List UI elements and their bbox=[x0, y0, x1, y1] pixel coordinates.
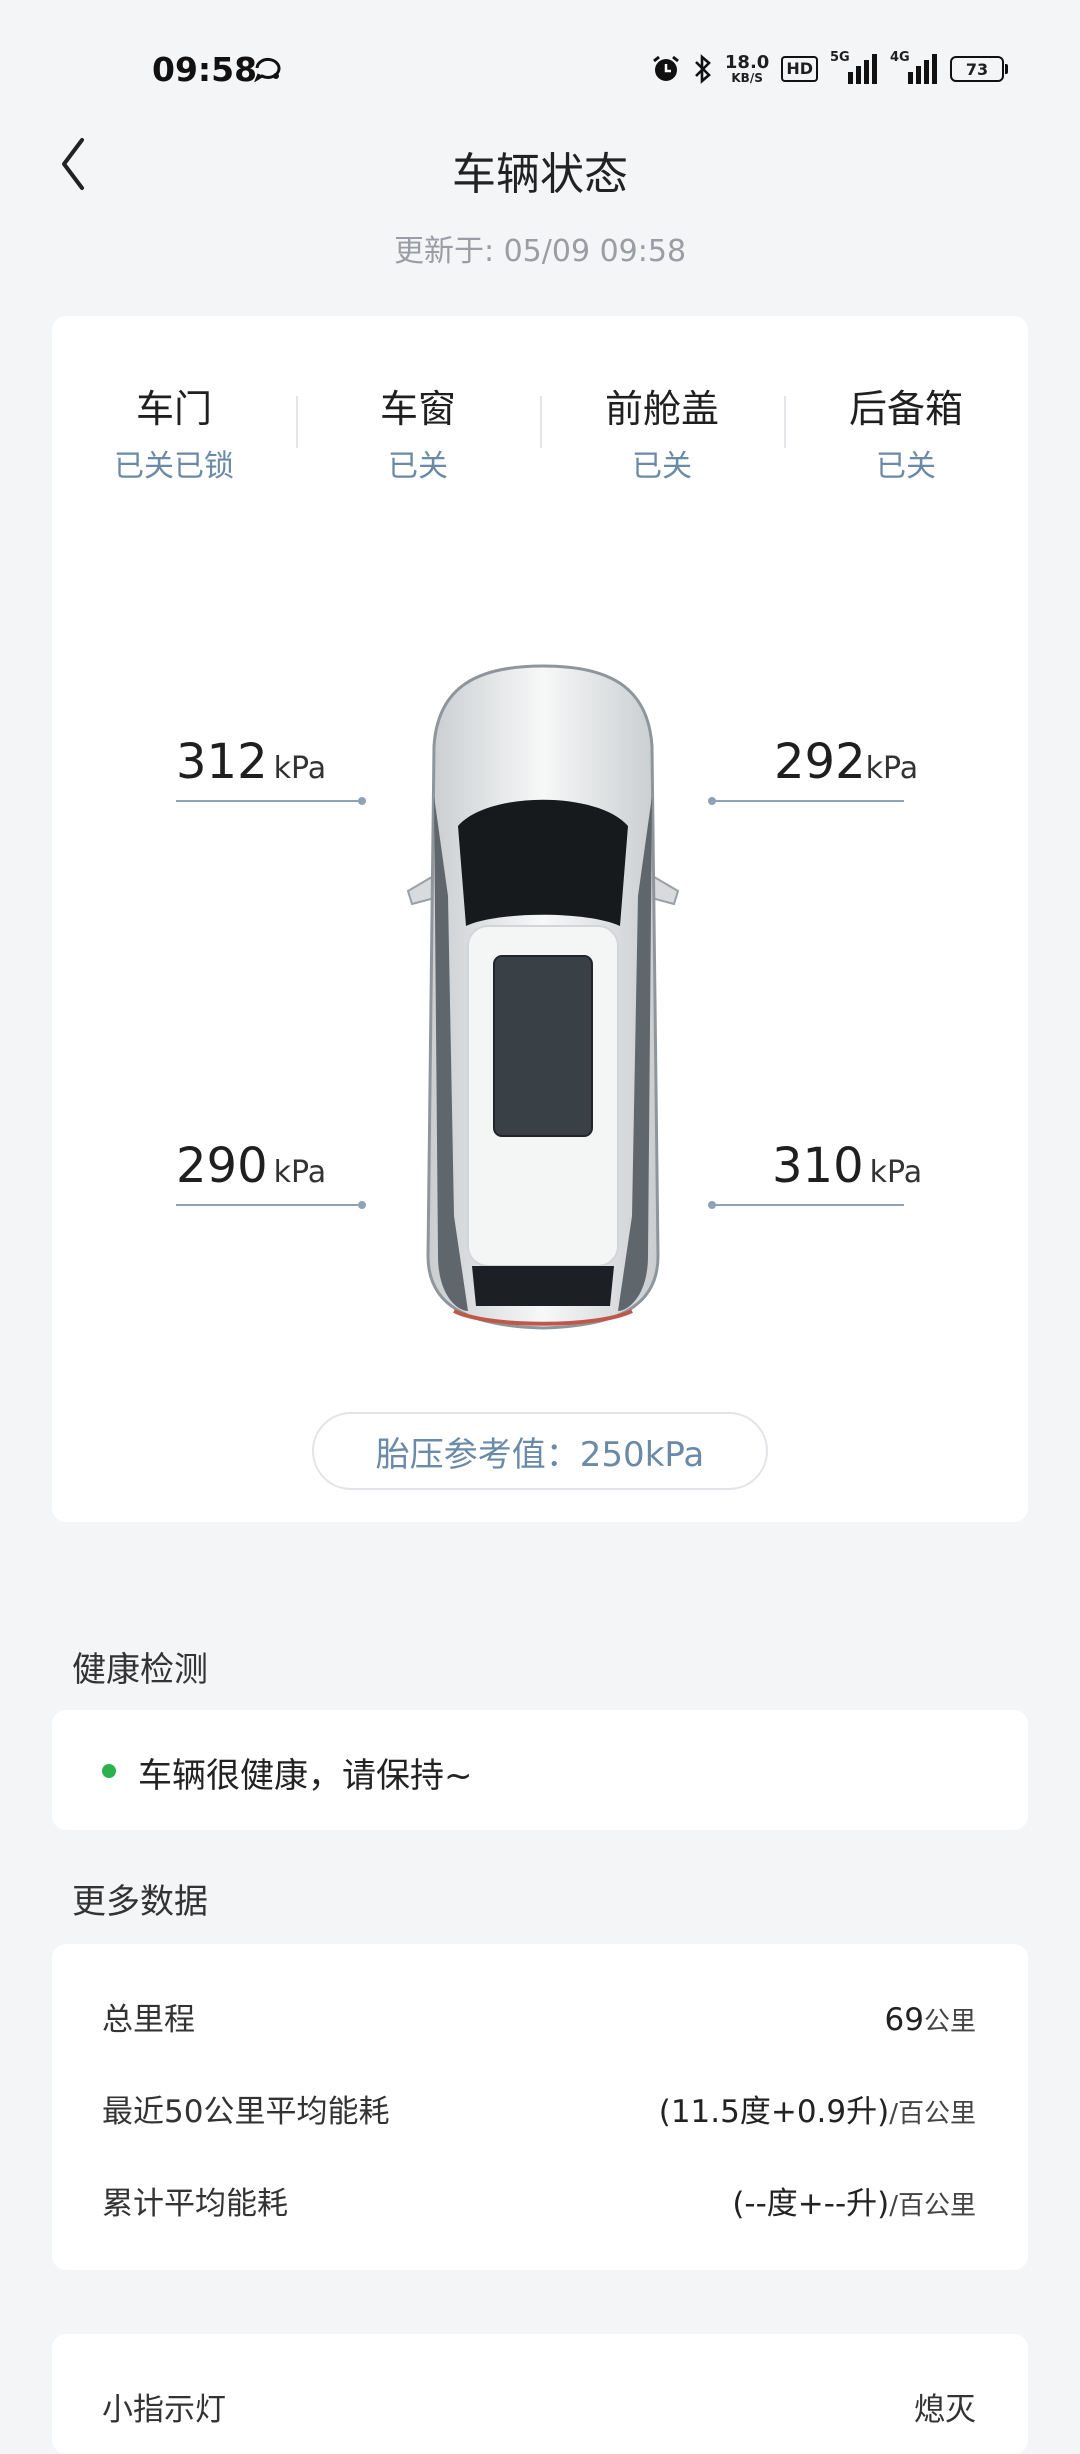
hd-badge: HD bbox=[781, 56, 818, 82]
health-status-dot bbox=[102, 1764, 116, 1778]
vehicle-status-card: 车门 已关已锁 车窗 已关 前舱盖 已关 后备箱 已关 312 kPa 292k… bbox=[52, 316, 1028, 1522]
alarm-icon bbox=[652, 55, 679, 81]
data-row-recent-consumption: 最近50公里平均能耗 (11.5度+0.9升)/百公里 bbox=[102, 2094, 976, 2130]
car-top-view-image bbox=[406, 664, 680, 1330]
tire-rear-left-line bbox=[176, 1204, 362, 1206]
tire-rear-right: 310 kPa bbox=[772, 1138, 923, 1194]
indicator-value: 熄灭 bbox=[914, 2392, 976, 2428]
signal-icon-4g: 4G bbox=[890, 50, 938, 84]
status-item-trunk[interactable]: 后备箱 已关 bbox=[784, 378, 1028, 485]
tire-reference-pill: 胎压参考值：250kPa bbox=[312, 1412, 768, 1490]
tire-front-right-dot bbox=[708, 797, 716, 805]
indicator-card[interactable]: 小指示灯 熄灭 bbox=[52, 2334, 1028, 2454]
status-row: 车门 已关已锁 车窗 已关 前舱盖 已关 后备箱 已关 bbox=[52, 378, 1028, 485]
net-speed: 18.0 KB/S bbox=[724, 52, 770, 85]
tire-rear-right-line bbox=[712, 1204, 904, 1206]
status-item-door[interactable]: 车门 已关已锁 bbox=[52, 378, 296, 485]
tire-front-right-line bbox=[712, 800, 904, 802]
more-data-card: 总里程 69公里 最近50公里平均能耗 (11.5度+0.9升)/百公里 累计平… bbox=[52, 1944, 1028, 2270]
status-item-hood[interactable]: 前舱盖 已关 bbox=[540, 378, 784, 485]
health-card[interactable]: 车辆很健康，请保持~ bbox=[52, 1710, 1028, 1830]
tire-front-left: 312 kPa bbox=[176, 734, 327, 790]
health-status-text: 车辆很健康，请保持~ bbox=[138, 1756, 473, 1796]
tire-front-left-dot bbox=[358, 797, 366, 805]
page-title: 车辆状态 bbox=[452, 149, 628, 200]
data-row-total-consumption: 累计平均能耗 (--度+--升)/百公里 bbox=[102, 2186, 976, 2222]
indicator-label: 小指示灯 bbox=[102, 2392, 226, 2428]
status-bar: 09:58 18.0 KB/S HD 5G 4G 73 bbox=[0, 0, 1080, 140]
status-icons: 18.0 KB/S HD 5G 4G 73 bbox=[651, 48, 1008, 90]
signal-icon-5g: 5G bbox=[830, 50, 878, 84]
data-row-total-mileage: 总里程 69公里 bbox=[102, 2002, 976, 2038]
tire-rear-right-dot bbox=[708, 1201, 716, 1209]
status-item-window[interactable]: 车窗 已关 bbox=[296, 378, 540, 485]
more-data-section-title: 更多数据 bbox=[72, 1882, 208, 1922]
message-bubble-icon bbox=[254, 57, 281, 82]
tire-front-left-line bbox=[176, 800, 362, 802]
status-time: 09:58 bbox=[152, 50, 258, 89]
update-time: 更新于: 05/09 09:58 bbox=[393, 234, 687, 269]
bluetooth-icon bbox=[694, 54, 711, 84]
battery-icon: 73 bbox=[950, 56, 1008, 82]
tire-front-right: 292kPa bbox=[774, 734, 919, 790]
health-section-title: 健康检测 bbox=[72, 1650, 208, 1690]
tire-rear-left-dot bbox=[358, 1201, 366, 1209]
tire-rear-left: 290 kPa bbox=[176, 1138, 327, 1194]
